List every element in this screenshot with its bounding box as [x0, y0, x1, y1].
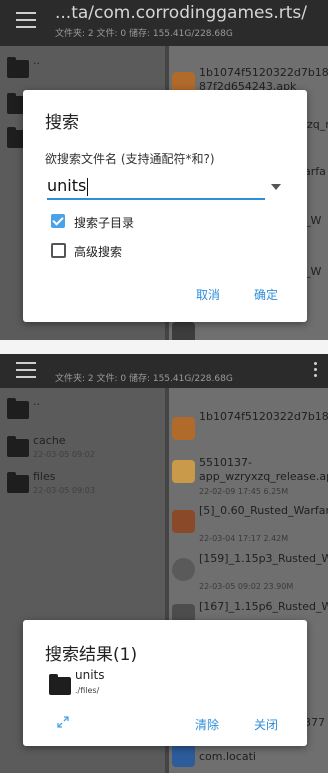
subdir-checkbox[interactable] — [51, 214, 65, 228]
app-icon — [172, 417, 195, 440]
folder-stats: 文件夹: 2 文件: 0 储存: 155.41G/228.68G — [55, 29, 233, 39]
list-item-apk[interactable]: 5510137-app_wzryxzq_release.apk — [199, 456, 328, 484]
cancel-button[interactable]: 取消 — [196, 286, 220, 303]
folder-icon — [7, 57, 29, 78]
results-dialog: 搜索结果(1) units ./files/ 清除 关闭 — [23, 620, 307, 746]
search-input[interactable]: units — [47, 174, 265, 200]
search-prompt: 欲搜索文件名 (支持通配符*和?) — [45, 152, 215, 166]
list-item-meta: 22-03-05 09:02 23.90M — [199, 582, 294, 591]
search-dialog: 搜索 欲搜索文件名 (支持通配符*和?) units 搜索子目录 高级搜索 取消… — [23, 90, 307, 322]
more-icon[interactable] — [314, 362, 318, 380]
list-item-fragment[interactable]: arfa — [304, 165, 328, 179]
list-item-apk[interactable]: [5]_0.60_Rusted_Warfare.apk — [199, 504, 328, 518]
path-title: ...ta/com.corrodinggames.rts/ — [55, 3, 307, 23]
app-bar: ...ta/com.corrodinggames.rts/ 文件夹: 2 文件:… — [0, 0, 328, 46]
list-item-fragment[interactable]: _W — [305, 265, 328, 279]
folder-icon — [7, 398, 29, 419]
list-item-date: 22-03-05 09:02 — [33, 450, 95, 459]
expand-icon[interactable] — [57, 716, 69, 728]
folder-icon — [49, 674, 71, 695]
folder-icon — [7, 436, 29, 457]
screenshot-results: 文件夹: 2 文件: 0 储存: 155.41G/228.68G .. cach… — [0, 354, 328, 773]
dialog-title: 搜索 — [45, 113, 79, 133]
list-item-apk[interactable]: [167]_1.15p6_Rusted_W — [199, 600, 328, 614]
list-item-fragment[interactable]: _W — [305, 214, 328, 228]
app-icon — [172, 558, 195, 581]
list-item-date: 22-03-05 09:03 — [33, 486, 95, 495]
text-caret — [87, 177, 89, 196]
subdir-checkbox-label: 搜索子目录 — [74, 216, 135, 230]
list-item-apk[interactable]: [159]_1.15p3_Rusted_Warfare.apk — [199, 552, 328, 566]
app-bar: 文件夹: 2 文件: 0 储存: 155.41G/228.68G — [0, 354, 328, 388]
result-name[interactable]: units — [75, 668, 105, 682]
screenshot-search: ...ta/com.corrodinggames.rts/ 文件夹: 2 文件:… — [0, 0, 328, 340]
list-item-meta: 22-03-04 17:17 2.42M — [199, 534, 289, 543]
list-item-fragment[interactable]: 377 — [304, 716, 328, 730]
dialog-title: 搜索结果(1) — [45, 645, 138, 665]
close-button[interactable]: 关闭 — [254, 716, 278, 733]
list-item-apk[interactable]: 1b1074f5120322d7b182e87f2d654243.apk — [199, 410, 328, 424]
ok-button[interactable]: 确定 — [254, 286, 278, 303]
app-icon — [172, 744, 195, 767]
list-item-fragment[interactable]: zq_r — [307, 118, 328, 132]
search-query: units — [47, 176, 87, 195]
list-item-meta: 22-02-09 17:45 6.25M — [199, 487, 289, 496]
list-item-parent[interactable]: .. — [33, 54, 40, 67]
list-item-apk[interactable]: com.locati — [199, 750, 328, 764]
result-path: ./files/ — [75, 686, 100, 695]
advanced-checkbox[interactable] — [51, 243, 66, 258]
list-item-parent[interactable]: .. — [33, 395, 40, 408]
menu-icon[interactable] — [16, 362, 36, 378]
folder-icon — [7, 472, 29, 493]
clear-button[interactable]: 清除 — [195, 716, 219, 733]
app-icon — [172, 322, 195, 340]
list-item-fragment[interactable]: 1b1074f5120322d7b182e — [199, 66, 328, 80]
folder-stats: 文件夹: 2 文件: 0 储存: 155.41G/228.68G — [55, 374, 233, 384]
app-icon — [172, 460, 195, 483]
list-item-cache[interactable]: cache — [33, 434, 66, 447]
dropdown-arrow-icon[interactable] — [271, 184, 281, 190]
advanced-checkbox-label: 高级搜索 — [74, 245, 123, 259]
list-item-files[interactable]: files — [33, 470, 55, 483]
app-icon — [172, 510, 195, 533]
menu-icon[interactable] — [16, 12, 36, 28]
